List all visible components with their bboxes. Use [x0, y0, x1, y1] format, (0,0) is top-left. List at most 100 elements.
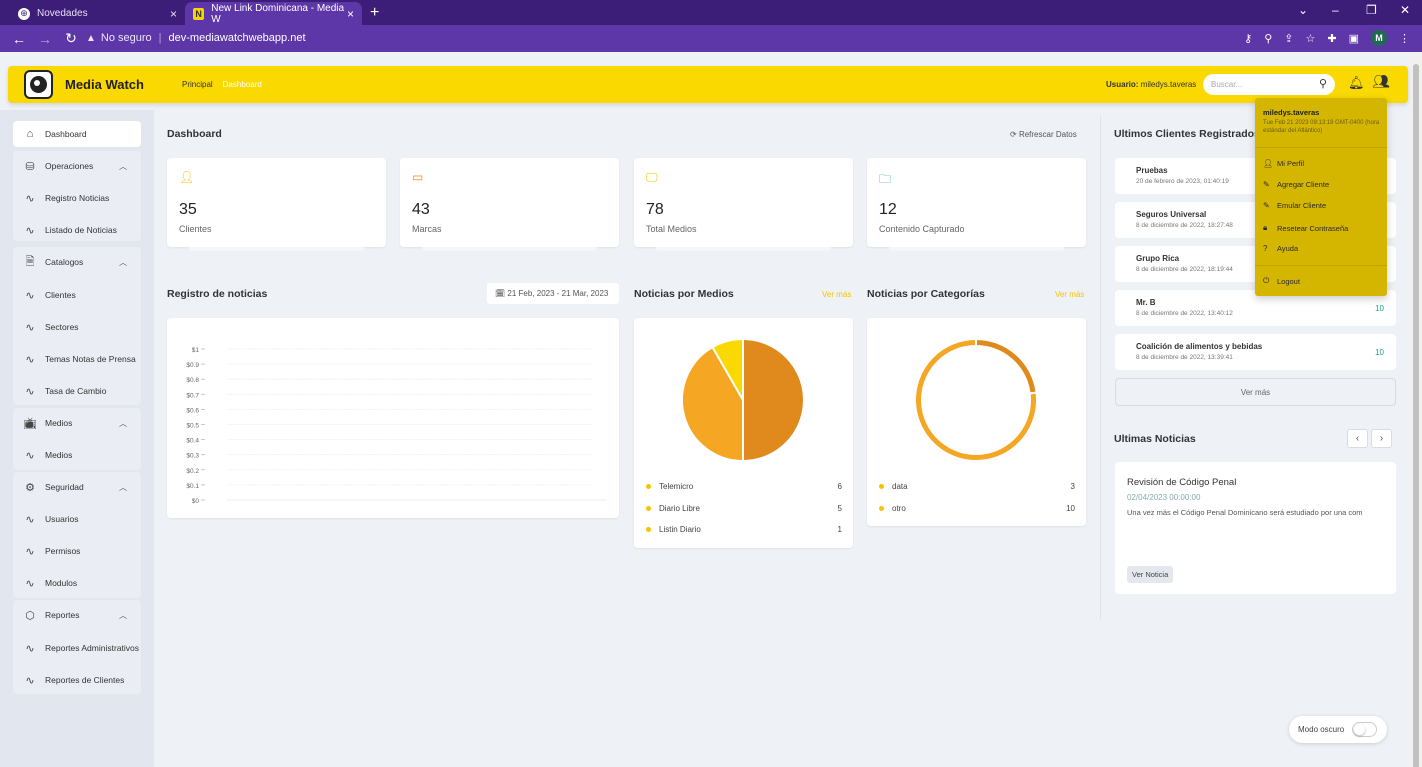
back-icon[interactable]: ←: [12, 31, 26, 47]
sidebar-item-label: Reportes de Clientes: [45, 675, 125, 685]
close-icon[interactable]: ×: [347, 7, 354, 21]
forward-icon[interactable]: →: [38, 31, 52, 47]
client-date: 8 de diciembre de 2022, 18:19:44: [1136, 266, 1233, 273]
categorias-chart-panel: data 3 otro 10: [867, 318, 1086, 526]
legend-item[interactable]: Telemicro 6: [646, 482, 842, 491]
refresh-button[interactable]: ⟳ Refrescar Datos: [1010, 130, 1077, 139]
minimize-icon[interactable]: –: [1332, 3, 1339, 17]
sidebar-item-registro-noticias[interactable]: ∿ Registro Noticias: [13, 185, 141, 211]
sidebar-item-catalogos[interactable]: 🗎︎ Catalogos ︿: [13, 249, 141, 275]
reload-icon[interactable]: ↻: [64, 30, 78, 47]
activity-icon: ∿: [25, 642, 35, 655]
sidebar-item-temas-notas[interactable]: ∿ Temas Notas de Prensa: [13, 346, 141, 372]
key-icon[interactable]: ⚷: [1244, 32, 1252, 45]
prev-news-button[interactable]: ‹: [1347, 429, 1368, 448]
zoom-icon[interactable]: ⚲: [1264, 32, 1272, 45]
legend-item[interactable]: Listin Diario 1: [646, 525, 842, 534]
edit-icon: ✎: [1263, 201, 1270, 210]
legend-item[interactable]: otro 10: [879, 504, 1075, 513]
menu-item-resetear-contrasena[interactable]: 🔒︎ Resetear Contraseña: [1263, 223, 1348, 233]
share-icon[interactable]: ⇪: [1284, 32, 1293, 45]
logout-icon: ⏻: [1263, 276, 1270, 285]
dark-mode-toggle[interactable]: Modo oscuro: [1289, 716, 1387, 743]
sidebar-item-dashboard[interactable]: ⌂ Dashboard: [13, 121, 141, 147]
profile-avatar[interactable]: M: [1371, 30, 1387, 46]
date-range-picker[interactable]: 🗓︎ 21 Feb, 2023 - 21 Mar, 2023: [487, 283, 619, 304]
bell-icon[interactable]: 🔔︎: [1348, 75, 1365, 91]
noticias-title: Ultimas Noticias: [1114, 433, 1196, 445]
next-news-button[interactable]: ›: [1371, 429, 1392, 448]
close-window-icon[interactable]: ✕: [1400, 3, 1410, 17]
nav-dashboard[interactable]: Dashboard: [223, 80, 262, 89]
sidebar-item-seguridad[interactable]: ⚙︎ Seguridad ︿: [13, 474, 141, 500]
page-scrollbar[interactable]: [1410, 52, 1422, 767]
browser-actions: ⚷ ⚲ ⇪ ☆ ✚ ▣ M ⋮: [1244, 30, 1410, 46]
menu-item-emular-cliente[interactable]: ✎ Emular Cliente: [1263, 201, 1326, 210]
menu-icon[interactable]: ⋮: [1399, 32, 1410, 45]
calendar-icon: 🗓︎: [495, 289, 506, 298]
ver-mas-medios-link[interactable]: Ver más: [822, 290, 851, 299]
sidebar-item-usuarios[interactable]: ∿ Usuarios: [13, 506, 141, 532]
media-watch-favicon: N: [193, 7, 205, 20]
sidebar-item-reportes-clientes[interactable]: ∿ Reportes de Clientes: [13, 667, 141, 693]
sidebar-item-operaciones[interactable]: ⛁ Operaciones ︿: [13, 153, 141, 179]
media-watch-logo[interactable]: [24, 70, 53, 99]
menu-item-ayuda[interactable]: ? Ayuda: [1263, 244, 1298, 253]
tab-title: New Link Dominicana - Media W: [211, 2, 345, 25]
search-icon[interactable]: ⚲: [1319, 77, 1327, 90]
registro-chart-panel: $1 $0.9 $0.8 $0.7 $0.6 $0.5 $0.4 $0.3 $0.2 $0.1 $0: [167, 318, 619, 518]
chevron-down-icon[interactable]: ⌄: [1298, 3, 1308, 17]
sidebar-item-label: Medios: [45, 450, 73, 460]
sidebar-item-reportes-admin[interactable]: ∿ Reportes Administrativos: [13, 635, 141, 661]
eye-icon: [30, 76, 47, 93]
client-name: Grupo Rica: [1136, 254, 1180, 263]
scrollbar-thumb[interactable]: [1413, 64, 1419, 767]
stat-label: Contenido Capturado: [879, 224, 965, 234]
legend-label: data: [892, 482, 908, 491]
nav-principal[interactable]: Principal: [182, 80, 213, 89]
monitor-icon: 🖵︎: [646, 170, 658, 184]
sidebar-item-medios-group[interactable]: 📺︎ Medios ︿: [13, 410, 141, 436]
search-input[interactable]: Buscar... ⚲: [1203, 74, 1335, 95]
extensions-icon[interactable]: ✚: [1327, 32, 1336, 45]
file-icon: 🗎︎: [25, 255, 35, 268]
client-date: 8 de diciembre de 2022, 18:27:48: [1136, 222, 1233, 229]
legend-item[interactable]: data 3: [879, 482, 1075, 491]
sidepanel-icon[interactable]: ▣: [1349, 32, 1359, 45]
sidebar-item-medios[interactable]: ∿ Medios: [13, 442, 141, 468]
new-tab-button[interactable]: +: [370, 4, 379, 22]
activity-icon: ∿: [25, 321, 35, 334]
menu-item-logout[interactable]: ⏻ Logout: [1263, 276, 1300, 286]
registro-chart: $1 $0.9 $0.8 $0.7 $0.6 $0.5 $0.4 $0.3 $0.2 $0.1 $0: [186, 347, 607, 505]
ver-mas-categorias-link[interactable]: Ver más: [1055, 290, 1084, 299]
chevron-up-icon: ︿: [119, 257, 127, 267]
users-icon[interactable]: 👥︎: [1372, 73, 1390, 90]
brand-name[interactable]: Media Watch: [65, 77, 144, 92]
tab-novedades[interactable]: ⊕ Novedades ×: [10, 2, 185, 25]
date-range-text: 21 Feb, 2023 - 21 Mar, 2023: [507, 289, 609, 298]
sidebar-item-modulos[interactable]: ∿ Modulos: [13, 570, 141, 596]
menu-item-agregar-cliente[interactable]: ✎ Agregar Cliente: [1263, 180, 1329, 189]
refresh-label: Refrescar Datos: [1018, 130, 1077, 139]
client-count: 10: [1375, 348, 1384, 357]
legend-label: otro: [892, 503, 906, 513]
tab-media-watch[interactable]: N New Link Dominicana - Media W ×: [185, 2, 362, 25]
restore-icon[interactable]: ❐: [1366, 3, 1377, 17]
legend-item[interactable]: Diario Libre 5: [646, 504, 842, 513]
toggle-switch[interactable]: [1352, 722, 1377, 737]
sidebar-item-label: Clientes: [45, 290, 76, 300]
sidebar-item-tasa-cambio[interactable]: ∿ Tasa de Cambio: [13, 378, 141, 404]
sidebar-item-listado-noticias[interactable]: ∿ Listado de Noticias: [13, 217, 141, 243]
ver-noticia-button[interactable]: Ver Noticia: [1127, 566, 1174, 583]
sidebar-item-sectores[interactable]: ∿ Sectores: [13, 314, 141, 340]
url-field[interactable]: ▲ No seguro | dev-mediawatchwebapp.net: [86, 27, 306, 49]
sidebar-item-reportes[interactable]: ⬡ Reportes ︿: [13, 602, 141, 628]
client-card[interactable]: Coalición de alimentos y bebidas 8 de di…: [1115, 334, 1396, 370]
close-icon[interactable]: ×: [170, 7, 177, 21]
sidebar-item-permisos[interactable]: ∿ Permisos: [13, 538, 141, 564]
star-icon[interactable]: ☆: [1306, 32, 1316, 45]
ver-mas-clientes-button[interactable]: Ver más: [1115, 378, 1396, 406]
sidebar-item-clientes[interactable]: ∿ Clientes: [13, 282, 141, 308]
warning-icon: ▲: [86, 32, 96, 44]
menu-item-mi-perfil[interactable]: 👤︎ Mi Perfil: [1263, 159, 1304, 168]
